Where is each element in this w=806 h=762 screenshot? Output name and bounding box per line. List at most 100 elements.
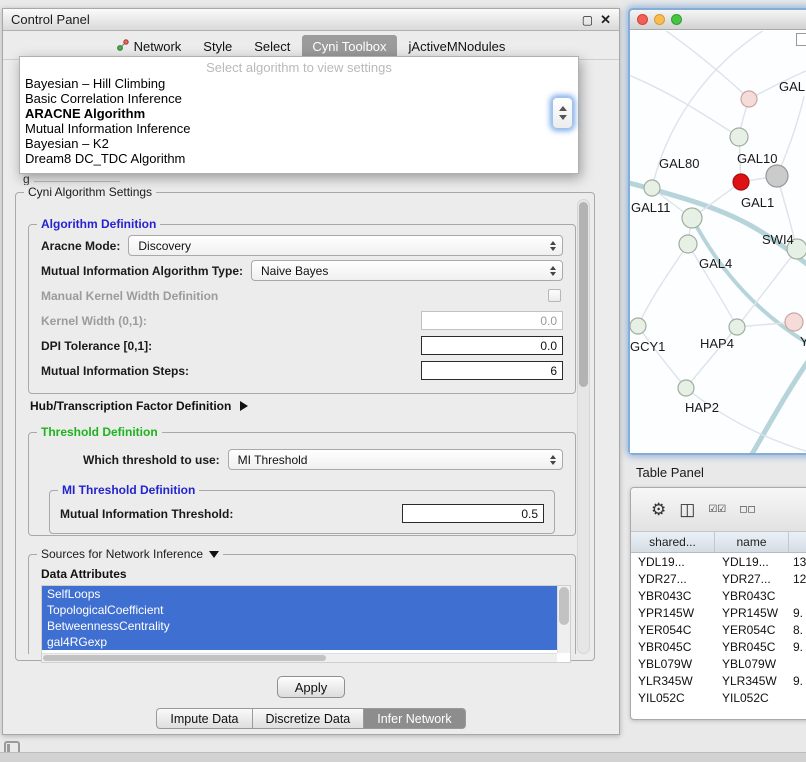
tab-select[interactable]: Select	[244, 35, 300, 58]
table-row[interactable]: YDR27...YDR27...12	[631, 570, 806, 587]
column-header-shared[interactable]: shared...	[631, 532, 715, 552]
table-row[interactable]: YIL052CYIL052C	[631, 689, 806, 706]
mi-steps-field[interactable]	[421, 361, 563, 380]
expanded-arrow-icon	[209, 551, 219, 558]
algorithm-option-mutual-information-inference[interactable]: Mutual Information Inference	[20, 121, 578, 136]
table-cell: YDR27...	[631, 570, 715, 587]
dpi-tolerance-field[interactable]	[421, 336, 563, 355]
network-edge[interactable]	[638, 326, 686, 388]
bottom-tab-discretize-data[interactable]: Discretize Data	[253, 708, 365, 729]
close-window-icon[interactable]: ✕	[600, 14, 611, 26]
algorithm-option-aracne-algorithm[interactable]: ARACNE Algorithm	[20, 106, 578, 121]
sources-toggle[interactable]: Sources for Network Inference	[37, 547, 223, 561]
occluded-group-border	[34, 181, 120, 182]
network-edge[interactable]	[777, 97, 804, 176]
tab-network[interactable]: Network	[107, 35, 192, 58]
network-edge[interactable]	[686, 388, 806, 453]
network-graph: GALGAL80GAL10GAL11GAL1SWI4GAL4GCY1HAP4YH…	[630, 31, 806, 453]
aracne-mode-label: Aracne Mode:	[41, 239, 120, 253]
node-label: Y	[800, 334, 806, 349]
algorithm-option-bayesian-hill-climbing[interactable]: Bayesian – Hill Climbing	[20, 76, 578, 91]
column-chooser-icon[interactable]: ◫	[679, 501, 695, 518]
tab-jactivemnodules[interactable]: jActiveMNodules	[399, 35, 516, 58]
network-window-titlebar[interactable]	[630, 10, 806, 30]
network-edge[interactable]	[658, 31, 749, 99]
network-edge[interactable]	[630, 73, 739, 137]
mi-threshold-group-title: MI Threshold Definition	[58, 483, 199, 497]
bottom-tab-impute-data[interactable]: Impute Data	[156, 708, 252, 729]
table-cell: 12	[789, 570, 806, 587]
table-row[interactable]: YBR045CYBR045C9.	[631, 638, 806, 655]
which-threshold-label: Which threshold to use:	[83, 453, 220, 467]
network-node[interactable]	[644, 180, 660, 196]
attribute-list-hscrollbar[interactable]	[42, 653, 557, 662]
attribute-item-selfloops[interactable]: SelfLoops	[42, 586, 557, 602]
attribute-item-gal4rgexp[interactable]: gal4RGexp	[42, 634, 557, 650]
bottom-tab-infer-network[interactable]: Infer Network	[364, 708, 465, 729]
column-header-extra[interactable]	[789, 532, 806, 552]
hub-tf-definition-toggle[interactable]: Hub/Transcription Factor Definition	[30, 399, 248, 413]
attribute-list[interactable]: SelfLoopsTopologicalCoefficientBetweenne…	[41, 585, 571, 663]
mi-type-select[interactable]: Naive Bayes	[251, 260, 563, 281]
table-row[interactable]: YPR145WYPR145W9.	[631, 604, 806, 621]
manual-kernel-checkbox[interactable]	[548, 289, 561, 302]
attribute-item-betweennesscentrality[interactable]: BetweennessCentrality	[42, 618, 557, 634]
network-canvas[interactable]: GALGAL80GAL10GAL11GAL1SWI4GAL4GCY1HAP4YH…	[630, 31, 806, 453]
settings-gear-icon[interactable]: ⚙	[651, 501, 666, 518]
table-cell: YLR345W	[631, 672, 715, 689]
network-node[interactable]	[730, 128, 748, 146]
algorithm-option-basic-correlation-inference[interactable]: Basic Correlation Inference	[20, 91, 578, 106]
apply-button[interactable]: Apply	[277, 676, 345, 698]
network-node[interactable]	[729, 319, 745, 335]
network-node[interactable]	[785, 313, 803, 331]
table-row[interactable]: YBR043CYBR043C	[631, 587, 806, 604]
select-all-icon[interactable]: ☑☑	[708, 501, 726, 518]
network-node[interactable]	[766, 165, 788, 187]
network-node[interactable]	[741, 91, 757, 107]
aracne-mode-select[interactable]: Discovery	[128, 235, 563, 256]
table-row[interactable]: YBL079WYBL079W	[631, 655, 806, 672]
zoom-button[interactable]	[671, 14, 682, 25]
spinner-up-icon	[559, 106, 567, 111]
network-edge[interactable]	[748, 353, 806, 453]
table-cell	[789, 689, 806, 706]
kernel-width-field[interactable]	[421, 311, 563, 330]
algorithm-option-bayesian-k2[interactable]: Bayesian – K2	[20, 136, 578, 151]
network-edge[interactable]	[638, 244, 688, 326]
float-window-icon[interactable]: ▢	[582, 14, 593, 26]
network-node[interactable]	[682, 208, 702, 228]
threshold-definition-group: Threshold Definition Which threshold to …	[28, 432, 576, 536]
network-node[interactable]	[733, 174, 749, 190]
node-label: GAL1	[741, 195, 774, 210]
network-view-window: GALGAL80GAL10GAL11GAL1SWI4GAL4GCY1HAP4YH…	[628, 8, 806, 455]
table-cell: YPR145W	[631, 604, 715, 621]
minimize-button[interactable]	[654, 14, 665, 25]
mi-threshold-field[interactable]	[402, 504, 544, 523]
algorithm-combo-spinner[interactable]	[552, 97, 573, 129]
attribute-item-topologicalcoefficient[interactable]: TopologicalCoefficient	[42, 602, 557, 618]
table-row[interactable]: YLR345WYLR345W9.	[631, 672, 806, 689]
node-label: GCY1	[630, 339, 665, 354]
table-cell: YBR043C	[631, 587, 715, 604]
birdseye-corner-box[interactable]	[796, 33, 806, 46]
network-node[interactable]	[630, 318, 646, 334]
clear-selection-icon[interactable]: ◻◻	[739, 501, 756, 518]
dpi-tolerance-label: DPI Tolerance [0,1]:	[41, 339, 152, 353]
column-header-name[interactable]: name	[715, 532, 789, 552]
table-row[interactable]: YER054CYER054C8.	[631, 621, 806, 638]
network-node[interactable]	[679, 235, 697, 253]
algorithm-option-dream8-dc-tdc-algorithm[interactable]: Dream8 DC_TDC Algorithm	[20, 151, 578, 166]
close-button[interactable]	[637, 14, 648, 25]
tab-style[interactable]: Style	[193, 35, 242, 58]
settings-scrollbar[interactable]	[577, 199, 590, 654]
node-label: HAP4	[700, 336, 734, 351]
table-row[interactable]: YDL19...YDL19...13	[631, 553, 806, 570]
table-cell: YDL19...	[631, 553, 715, 570]
hub-tf-definition-label: Hub/Transcription Factor Definition	[30, 399, 231, 413]
control-panel-titlebar[interactable]: Control Panel ▢✕	[3, 9, 619, 31]
network-node[interactable]	[678, 380, 694, 396]
which-threshold-select[interactable]: MI Threshold	[228, 449, 563, 470]
attribute-list-vscrollbar[interactable]	[557, 586, 570, 653]
tab-cyni-toolbox[interactable]: Cyni Toolbox	[302, 35, 396, 58]
sources-title: Sources for Network Inference	[41, 547, 203, 561]
